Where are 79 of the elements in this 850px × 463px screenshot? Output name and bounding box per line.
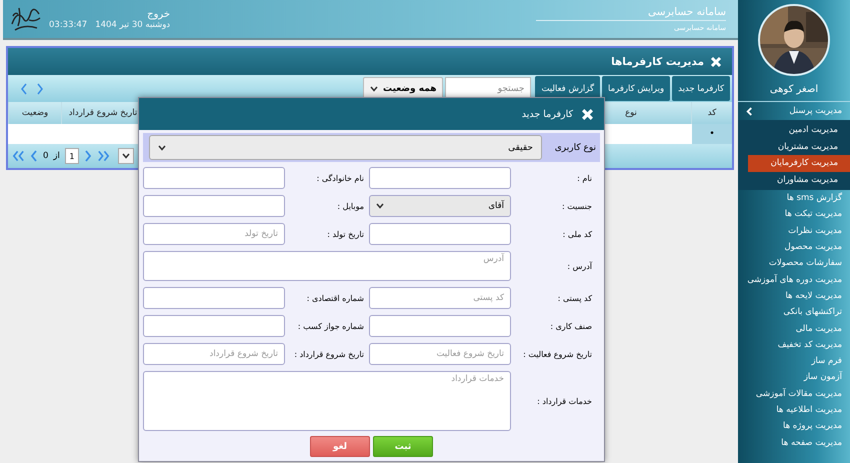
menu-item[interactable]: تراکنشهای بانکی xyxy=(738,304,850,320)
menu-item[interactable]: مدیریت لایحه ها xyxy=(738,288,850,304)
menu-item[interactable]: مدیریت محصول xyxy=(738,238,850,256)
page-number-field[interactable]: 1 xyxy=(64,148,79,164)
user-type-dropdown[interactable]: حقیقی xyxy=(149,135,542,160)
menu-item[interactable]: مدیریت کد تخفیف xyxy=(738,336,850,353)
input-field[interactable] xyxy=(369,167,511,189)
text-area[interactable]: خدمات قرارداد xyxy=(143,371,511,431)
menu-item[interactable]: مدیریت اطلاعیه ها xyxy=(738,402,850,418)
toolbar-button[interactable]: ویرایش کارفرما xyxy=(602,76,670,101)
menu-item[interactable]: فرم ساز xyxy=(738,352,850,370)
caret-icon xyxy=(376,203,384,209)
caret-icon xyxy=(122,153,130,159)
field-label: کد ملی : xyxy=(562,230,593,238)
page-size-dropdown[interactable] xyxy=(118,148,134,164)
field-label: موبایل : xyxy=(336,202,365,210)
dialog-title: کارفرما جدید xyxy=(522,108,573,120)
field-label: تاریخ شروع فعالیت : xyxy=(522,350,593,358)
field-label: نوع کاربری xyxy=(554,142,596,152)
chevron-icon xyxy=(746,106,753,116)
close-icon[interactable] xyxy=(581,108,594,120)
submenu-item[interactable]: مدیریت مشاوران xyxy=(748,172,850,188)
input-field[interactable] xyxy=(143,195,285,217)
next-icon[interactable] xyxy=(36,82,44,94)
field-label: شماره جواز کسب : xyxy=(296,322,365,330)
last-page-icon[interactable] xyxy=(96,150,110,162)
previous-icon[interactable] xyxy=(20,82,28,94)
input-field[interactable]: تاریخ تولد xyxy=(143,223,285,245)
logout-link[interactable]: خروج xyxy=(147,8,170,20)
caret-icon xyxy=(158,144,166,150)
panel-title: مدیریت کارفرماها xyxy=(611,56,704,68)
user-name: اصغر کوهی xyxy=(768,84,820,95)
close-icon[interactable] xyxy=(710,56,722,68)
menu-item[interactable]: سفارشات محصولات xyxy=(738,255,850,272)
menu-item[interactable]: مدیریت پروژه ها xyxy=(738,418,850,434)
submenu-item[interactable]: مدیریت کارفرمایان xyxy=(748,155,850,172)
input-field[interactable] xyxy=(369,223,511,245)
next-page-icon[interactable] xyxy=(84,150,92,162)
input-field[interactable]: تاریخ شروع قرارداد xyxy=(143,343,285,365)
menu-item[interactable]: مدیریت تیکت ها xyxy=(738,206,850,223)
field-label: جنسیت : xyxy=(560,202,593,210)
input-field[interactable]: تاریخ شروع فعالیت xyxy=(369,343,511,365)
input-field[interactable] xyxy=(143,315,285,337)
date-text: دوشنبه 30 تیر 1404 xyxy=(95,20,170,30)
field-label: صنف کاری : xyxy=(549,322,593,330)
menu-item[interactable]: مدیریت پرسنل xyxy=(738,102,850,120)
cancel-button[interactable]: لغو xyxy=(310,436,370,457)
gender-dropdown[interactable]: آقای xyxy=(369,195,511,217)
menu-item[interactable]: مدیریت مقالات آموزشی xyxy=(738,386,850,402)
page-total: 0 xyxy=(43,151,48,161)
menu-item[interactable]: مدیریت دوره های آموزشی xyxy=(738,271,850,288)
field-label: نام : xyxy=(576,174,593,182)
menu-item[interactable]: آزمون ساز xyxy=(738,369,850,386)
toolbar-button[interactable]: کارفرما جدید xyxy=(672,76,730,101)
field-label: آدرس : xyxy=(566,262,594,270)
time-text: 03:33:47 xyxy=(49,20,88,30)
field-label: شماره اقتصادی : xyxy=(306,294,365,302)
input-field[interactable] xyxy=(143,167,285,189)
input-field[interactable]: کد پستی xyxy=(369,287,511,309)
input-field[interactable] xyxy=(369,315,511,337)
menu-item[interactable]: مدیریت مالی xyxy=(738,320,850,337)
page-of-label: از xyxy=(53,151,60,161)
field-label: تاریخ شروع قرارداد : xyxy=(293,350,365,358)
field-label: خدمات قرارداد : xyxy=(536,396,593,406)
field-label: تاریخ تولد : xyxy=(326,230,365,238)
app-title: سامانه حسابرسی xyxy=(536,6,726,21)
caret-icon xyxy=(370,86,378,92)
submenu-item[interactable]: مدیریت ادمین xyxy=(748,122,850,138)
first-page-icon[interactable] xyxy=(12,150,25,162)
text-area[interactable]: آدرس xyxy=(143,251,511,281)
menu-item[interactable]: مدیریت صفحه ها xyxy=(738,434,850,451)
field-label: نام خانوادگی : xyxy=(316,174,365,182)
submenu-item[interactable]: مدیریت مشتریان xyxy=(748,138,850,155)
input-field[interactable] xyxy=(143,287,285,309)
menu-item[interactable]: گزارش sms ها xyxy=(738,190,850,206)
table-cell: • xyxy=(692,124,732,144)
previous-page-icon[interactable] xyxy=(30,150,38,162)
menu-item[interactable]: مدیریت نظرات xyxy=(738,222,850,239)
field-label: کد پستی : xyxy=(556,294,593,302)
